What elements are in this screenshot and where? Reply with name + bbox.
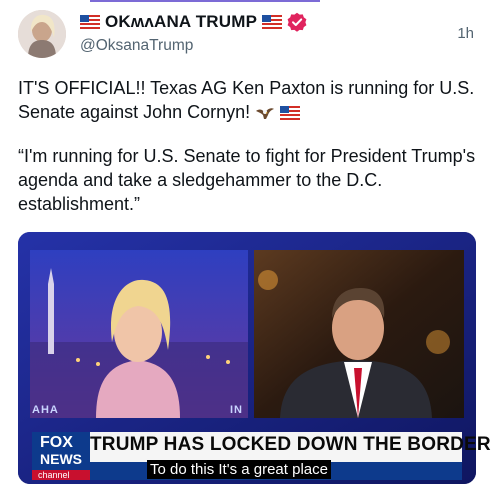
us-flag-icon [262,15,283,29]
studio-sign-right: IN [230,404,243,416]
display-name[interactable]: OKʍʌANA TRUMP [105,12,257,32]
post-paragraph: “I'm running for U.S. Senate to fight fo… [18,146,476,214]
name-row: OKʍʌANA TRUMP [80,11,307,33]
timestamp[interactable]: 1h [457,25,474,42]
avatar[interactable] [18,10,66,58]
video-chyron: TRUMP HAS LOCKED DOWN THE BORDER [90,434,491,455]
verified-badge-icon [287,12,307,32]
news-logo-text: NEWS [40,451,82,467]
video-caption: To do this It's a great place [147,460,331,479]
channel-logo-text: channel [38,470,70,480]
post-text: IT'S OFFICIAL!! Texas AG Ken Paxton is r… [18,76,478,236]
us-flag-icon [280,106,301,120]
us-flag-icon [80,15,100,29]
post-paragraph: IT'S OFFICIAL!! Texas AG Ken Paxton is r… [18,78,475,122]
studio-sign-left: AHA [32,404,59,416]
handle[interactable]: @OksanaTrump [80,37,193,55]
eagle-icon [256,108,275,119]
post[interactable]: OKʍʌANA TRUMP @OksanaTrump 1h IT'S OFFIC… [0,0,494,500]
fox-logo-text: FOX [40,434,73,451]
